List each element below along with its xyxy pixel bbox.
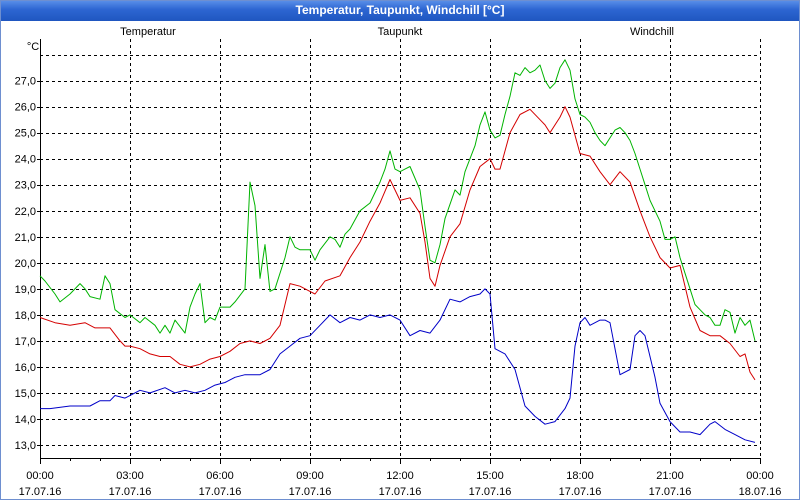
x-tick-date-label: 17.07.16 xyxy=(379,486,422,498)
x-tick-time-label: 00:00 xyxy=(26,470,54,482)
x-tick-time-label: 18:00 xyxy=(566,470,594,482)
x-tick-date-label: 17.07.16 xyxy=(19,486,62,498)
y-tick-label: 24,0 xyxy=(15,154,36,166)
chart-window: Temperatur, Taupunkt, Windchill [°C] 13,… xyxy=(0,0,800,500)
legend-entry-taupunkt: Taupunkt xyxy=(378,26,423,38)
y-tick-label: 21,0 xyxy=(15,232,36,244)
x-tick-time-label: 00:00 xyxy=(746,470,774,482)
x-tick-date-label: 17.07.16 xyxy=(559,486,602,498)
line-chart: 13,0 14,0 15,0 16,0 17,0 18,0 19,0 20,0 21,0 22,0… xyxy=(15,26,782,498)
y-tick-label: 20,0 xyxy=(15,258,36,270)
y-tick-label: 15,0 xyxy=(15,388,36,400)
x-tick-time-label: 03:00 xyxy=(116,470,144,482)
y-tick-label: 13,0 xyxy=(15,440,36,452)
x-tick-time-label: 06:00 xyxy=(206,470,234,482)
y-tick-label: 17,0 xyxy=(15,336,36,348)
legend-entry-temperatur: Temperatur xyxy=(120,26,176,38)
x-tick-time-label: 21:00 xyxy=(656,470,684,482)
y-tick-label: 23,0 xyxy=(15,180,36,192)
series-lines xyxy=(39,59,756,443)
series-line-windchill xyxy=(39,59,756,342)
y-tick-label: 16,0 xyxy=(15,362,36,374)
y-axis-ticks: 13,0 14,0 15,0 16,0 17,0 18,0 19,0 20,0 21,0 22,0… xyxy=(15,76,40,452)
chart-title: Temperatur, Taupunkt, Windchill [°C] xyxy=(295,3,505,17)
y-tick-label: 19,0 xyxy=(15,284,36,296)
y-tick-label: 25,0 xyxy=(15,128,36,140)
x-tick-time-label: 09:00 xyxy=(296,470,324,482)
y-tick-label: 14,0 xyxy=(15,414,36,426)
series-line-temperatur xyxy=(39,106,756,381)
grid-lines xyxy=(40,39,761,458)
legend-entry-windchill: Windchill xyxy=(630,26,674,38)
x-tick-date-label: 18.07.16 xyxy=(739,486,782,498)
x-tick-time-label: 12:00 xyxy=(386,470,414,482)
y-tick-label: 27,0 xyxy=(15,76,36,88)
x-tick-date-label: 17.07.16 xyxy=(109,486,152,498)
x-tick-date-label: 17.07.16 xyxy=(649,486,692,498)
x-axis-ticks: 00:00 17.07.16 03:00 17.07.16 06:00 17.07.16 0… xyxy=(19,458,782,498)
y-tick-label: 22,0 xyxy=(15,206,36,218)
x-tick-time-label: 15:00 xyxy=(476,470,504,482)
x-tick-date-label: 17.07.16 xyxy=(289,486,332,498)
y-axis-unit-label: °C xyxy=(27,41,39,53)
legend: Temperatur Taupunkt Windchill xyxy=(120,26,674,38)
window-title-bar: Temperatur, Taupunkt, Windchill [°C] xyxy=(0,0,800,21)
x-tick-date-label: 17.07.16 xyxy=(199,486,242,498)
y-tick-label: 18,0 xyxy=(15,310,36,322)
x-tick-date-label: 17.07.16 xyxy=(469,486,512,498)
y-tick-label: 26,0 xyxy=(15,102,36,114)
